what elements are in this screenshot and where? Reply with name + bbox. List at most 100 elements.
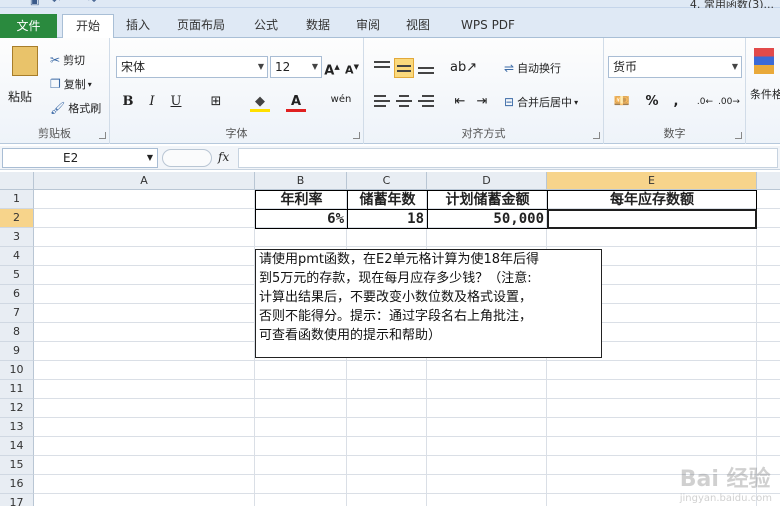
font-name-select[interactable]: 宋体 ▼ xyxy=(116,56,268,78)
tab-view[interactable]: 视图 xyxy=(398,14,438,38)
row-header-14[interactable]: 14 xyxy=(0,437,34,456)
font-color-icon[interactable]: A xyxy=(286,92,306,112)
conditional-format-button[interactable]: 条件格 xyxy=(750,86,780,102)
alignment-launcher-icon[interactable] xyxy=(593,132,600,139)
clipboard-launcher-icon[interactable] xyxy=(99,132,106,139)
redo-icon[interactable]: ↷ xyxy=(88,0,96,7)
column-header-f[interactable] xyxy=(757,172,780,190)
row-header-3[interactable]: 3 xyxy=(0,228,34,247)
tab-file[interactable]: 文件 xyxy=(0,14,57,38)
number-launcher-icon[interactable] xyxy=(735,132,742,139)
column-header-d[interactable]: D xyxy=(427,172,547,190)
cell-b2[interactable]: 6% xyxy=(255,209,348,229)
cell-e1[interactable]: 每年应存数额 xyxy=(547,190,757,210)
fill-color-icon[interactable]: ◆ xyxy=(250,92,270,112)
select-all-corner[interactable] xyxy=(0,172,34,190)
undo-icon[interactable]: ↶ xyxy=(52,0,60,7)
tab-review[interactable]: 审阅 xyxy=(348,14,388,38)
phonetic-icon[interactable]: wén xyxy=(326,90,356,110)
tab-insert[interactable]: 插入 xyxy=(118,14,158,38)
cell-c2[interactable]: 18 xyxy=(347,209,428,229)
cell-c1[interactable]: 储蓄年数 xyxy=(347,190,428,210)
paste-button[interactable]: 粘贴 xyxy=(8,46,38,105)
cell-b1[interactable]: 年利率 xyxy=(255,190,348,210)
number-format-select[interactable]: 货币 ▼ xyxy=(608,56,742,78)
row-gridline xyxy=(34,379,780,380)
tab-wps-pdf[interactable]: WPS PDF xyxy=(452,14,524,38)
row-header-8[interactable]: 8 xyxy=(0,323,34,342)
row-header-10[interactable]: 10 xyxy=(0,361,34,380)
clipboard-label: 剪贴板 xyxy=(38,127,71,140)
paste-icon xyxy=(12,46,38,76)
align-top-icon[interactable] xyxy=(372,58,392,78)
row-header-9[interactable]: 9 xyxy=(0,342,34,361)
watermark-logo: Bai 经验 jingyan.baidu.com xyxy=(679,467,772,504)
decrease-decimal-icon[interactable]: .00→ xyxy=(718,92,740,112)
row-header-2[interactable]: 2 xyxy=(0,209,34,228)
tab-formulas[interactable]: 公式 xyxy=(244,14,288,38)
merge-center-button[interactable]: ⊟ 合并后居中 ▾ xyxy=(504,94,578,110)
row-header-1[interactable]: 1 xyxy=(0,190,34,209)
row-header-7[interactable]: 7 xyxy=(0,304,34,323)
row-gridline xyxy=(34,398,780,399)
alignment-label: 对齐方式 xyxy=(461,127,506,140)
column-header-e[interactable]: E xyxy=(547,172,757,190)
align-bottom-icon[interactable] xyxy=(416,58,436,78)
alignment-group: ab↗ ⇌ 自动换行 ⇤ ⇥ ⊟ 合并后居中 ▾ 对齐方式 xyxy=(364,38,604,144)
currency-icon[interactable]: 💴 xyxy=(610,92,634,112)
font-size-select[interactable]: 12 ▼ xyxy=(270,56,322,78)
cell-e2-selected[interactable] xyxy=(547,209,757,229)
comma-icon[interactable]: , xyxy=(666,92,686,112)
row-header-6[interactable]: 6 xyxy=(0,285,34,304)
align-middle-icon[interactable] xyxy=(394,58,414,78)
increase-decimal-icon[interactable]: .0← xyxy=(694,92,716,112)
tab-page-layout[interactable]: 页面布局 xyxy=(168,14,234,38)
row-header-4[interactable]: 4 xyxy=(0,247,34,266)
decrease-indent-icon[interactable]: ⇤ xyxy=(450,92,470,112)
conditional-format-icon xyxy=(754,48,774,74)
align-left-icon[interactable] xyxy=(372,92,392,112)
row-header-12[interactable]: 12 xyxy=(0,399,34,418)
formula-input[interactable] xyxy=(238,148,778,168)
note-line: 到5万元的存款，现在每月应存多少钱？（注意: xyxy=(259,271,532,286)
column-header-c[interactable]: C xyxy=(347,172,427,190)
fx-icon[interactable]: fx xyxy=(218,150,229,164)
italic-button[interactable]: I xyxy=(142,92,162,112)
align-center-icon[interactable] xyxy=(394,92,414,112)
row-header-15[interactable]: 15 xyxy=(0,456,34,475)
borders-icon[interactable]: ⊞ xyxy=(206,92,226,112)
increase-indent-icon[interactable]: ⇥ xyxy=(472,92,492,112)
wrap-text-icon: ⇌ xyxy=(504,61,515,75)
row-header-5[interactable]: 5 xyxy=(0,266,34,285)
shrink-font-button[interactable]: A▼ xyxy=(342,57,362,77)
row-header-16[interactable]: 16 xyxy=(0,475,34,494)
row-header-11[interactable]: 11 xyxy=(0,380,34,399)
row-header-13[interactable]: 13 xyxy=(0,418,34,437)
column-header-b[interactable]: B xyxy=(255,172,347,190)
align-right-icon[interactable] xyxy=(416,92,436,112)
grow-font-button[interactable]: A▲ xyxy=(322,57,342,78)
tab-data[interactable]: 数据 xyxy=(296,14,340,38)
tab-home[interactable]: 开始 xyxy=(62,14,114,39)
bold-button[interactable]: B xyxy=(118,92,138,112)
underline-button[interactable]: U xyxy=(166,92,186,112)
name-box[interactable]: E2 ▼ xyxy=(2,148,158,168)
save-icon[interactable]: ▣ xyxy=(30,0,39,7)
font-launcher-icon[interactable] xyxy=(353,132,360,139)
cut-button[interactable]: ✂ 剪切 xyxy=(50,52,85,68)
scissors-icon: ✂ xyxy=(50,53,61,67)
orientation-icon[interactable]: ab↗ xyxy=(450,58,477,78)
percent-icon[interactable]: % xyxy=(642,92,662,112)
cell-d1[interactable]: 计划储蓄金额 xyxy=(427,190,548,210)
spreadsheet-grid: A B C D E 1 2 3 4 5 6 7 8 9 10 11 12 13 14 15 16 17 年利率 … xyxy=(0,172,780,506)
brush-icon: 🖌 xyxy=(50,101,66,115)
copy-button[interactable]: ❐ 复制 ▾ xyxy=(50,76,92,92)
cell-d2[interactable]: 50,000 xyxy=(427,209,548,229)
zoom-handle[interactable] xyxy=(162,149,212,167)
chevron-down-icon: ▼ xyxy=(146,153,153,162)
column-header-a[interactable]: A xyxy=(34,172,255,190)
wrap-text-button[interactable]: ⇌ 自动换行 xyxy=(504,60,561,76)
row-header-17[interactable]: 17 xyxy=(0,494,34,506)
row-gridline xyxy=(34,246,780,247)
format-painter-button[interactable]: 🖌 格式刷 xyxy=(50,100,101,116)
